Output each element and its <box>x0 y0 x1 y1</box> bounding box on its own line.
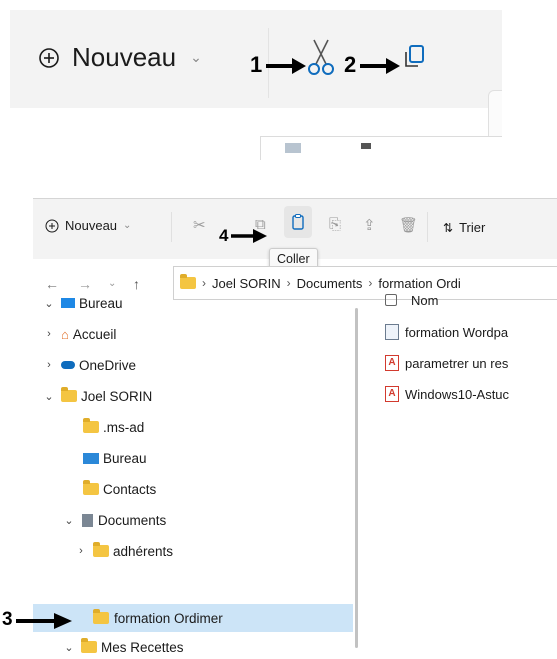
tree-item-contacts[interactable]: Contacts <box>83 475 156 503</box>
rename-icon[interactable]: ⎘ <box>329 216 341 233</box>
toolbar-divider <box>427 212 428 242</box>
sort-label: Trier <box>459 220 486 235</box>
chevron-down-icon: ⌄ <box>190 49 202 65</box>
chevron-down-icon: ⌄ <box>123 220 132 231</box>
tree-item-mes-recettes[interactable]: ⌄ Mes Recettes <box>61 633 184 659</box>
annotation-number-3: 3 <box>2 609 13 630</box>
annotation-number-4: 4 <box>219 226 229 245</box>
chevron-right-icon: › <box>47 359 51 371</box>
address-bar[interactable]: › Joel SORIN › Documents › formation Ord… <box>173 266 557 300</box>
tree-label: Accueil <box>72 326 117 342</box>
desktop-icon <box>83 452 99 464</box>
tree-item-adherents[interactable]: › adhérents <box>73 537 173 565</box>
desktop-icon <box>61 298 75 308</box>
content-panel-partial <box>260 136 502 160</box>
folder-icon <box>83 480 99 495</box>
arrow-right-icon <box>266 58 306 74</box>
chevron-down-icon: ⌄ <box>44 390 54 403</box>
file-name: formation Wordpa <box>405 324 509 340</box>
breadcrumb-separator: › <box>202 276 206 290</box>
tree-label: formation Ordimer <box>114 610 223 626</box>
tree-label: OneDrive <box>79 357 137 373</box>
toolbar-divider <box>171 212 172 242</box>
plus-circle-icon <box>39 47 59 68</box>
file-name: parametrer un res <box>405 355 509 371</box>
file-name: Windows10-Astuc <box>405 386 510 402</box>
home-icon: ⌂ <box>61 326 69 342</box>
breadcrumb-documents[interactable]: Documents <box>297 276 363 291</box>
annotation-number-1: 1 <box>250 52 263 77</box>
documents-icon <box>82 513 93 527</box>
tree-item-accueil[interactable]: › ⌂ Accueil <box>41 320 116 348</box>
tree-item-bureau-root[interactable]: ⌄ Bureau <box>41 289 123 317</box>
sort-icon: ⇅ <box>443 220 454 235</box>
breadcrumb-separator: › <box>368 276 373 290</box>
delete-icon[interactable]: 🗑 <box>399 216 418 234</box>
paste-button[interactable] <box>284 206 312 238</box>
share-icon[interactable]: ⇪ <box>363 216 376 234</box>
select-all-checkbox[interactable] <box>385 294 397 306</box>
folder-icon <box>81 638 97 653</box>
sort-button[interactable]: ⇅ Trier <box>443 220 485 235</box>
tree-label: Mes Recettes <box>101 639 184 655</box>
arrow-right-icon <box>16 613 72 629</box>
pdf-icon: A <box>385 355 399 371</box>
new-button[interactable]: Nouveau ⌄ <box>45 218 131 233</box>
file-row[interactable]: A Windows10-Astuc <box>385 382 509 406</box>
breadcrumb-joel[interactable]: Joel SORIN <box>212 276 281 291</box>
document-icon <box>385 324 399 340</box>
chevron-down-icon: ⌄ <box>44 297 54 310</box>
tree-label: Bureau <box>103 450 147 466</box>
folder-icon <box>93 609 109 624</box>
column-header-name[interactable]: Nom <box>385 288 438 312</box>
new-label: Nouveau <box>72 42 177 72</box>
file-thumbnail <box>285 143 301 153</box>
paste-icon <box>292 214 304 230</box>
column-header-label: Nom <box>411 292 439 308</box>
folder-icon <box>93 542 109 557</box>
tree-item-onedrive[interactable]: › OneDrive <box>41 351 136 379</box>
tree-item-documents[interactable]: ⌄ Documents <box>61 506 166 534</box>
chevron-right-icon: › <box>79 545 83 557</box>
annotation-number-2: 2 <box>344 52 357 77</box>
tree-label: Bureau <box>79 295 123 311</box>
tree-label: adhérents <box>113 543 174 559</box>
tree-item-ms-ad[interactable]: .ms-ad <box>83 413 144 441</box>
arrow-right-icon <box>360 58 400 74</box>
new-label: Nouveau <box>65 218 118 233</box>
chevron-right-icon: › <box>47 328 51 340</box>
cut-icon[interactable]: ✂ <box>193 216 206 234</box>
folder-icon <box>180 274 196 289</box>
chevron-down-icon: ⌄ <box>64 641 74 654</box>
copy-icon[interactable] <box>402 44 428 70</box>
cloud-icon <box>61 361 75 369</box>
file-row[interactable]: A parametrer un res <box>385 351 508 375</box>
file-explorer: Nouveau ⌄ ✂ 4 ⧉ ⎘ ⇪ 🗑 ⇅ Trier Coller ← →… <box>33 198 557 659</box>
tree-item-bureau-user[interactable]: Bureau <box>83 444 147 472</box>
tree-label: Documents <box>98 512 167 528</box>
recent-chevron-icon[interactable]: ⌄ <box>108 278 116 289</box>
column-header-fragment <box>361 143 371 149</box>
zoomed-toolbar: Nouveau ⌄ 1 2 <box>10 10 502 160</box>
folder-icon <box>61 387 77 402</box>
plus-circle-icon <box>45 219 59 232</box>
tree-label: Contacts <box>103 481 157 497</box>
file-row[interactable]: formation Wordpa <box>385 320 508 344</box>
tree-item-formation-ordimer[interactable]: formation Ordimer <box>93 604 223 632</box>
pane-splitter[interactable] <box>355 308 358 648</box>
new-button-zoomed[interactable]: Nouveau ⌄ <box>38 42 202 73</box>
tree-label: Joel SORIN <box>81 388 153 404</box>
pdf-icon: A <box>385 386 399 402</box>
copy-icon[interactable]: ⧉ <box>255 216 266 233</box>
up-icon[interactable]: ↑ <box>133 276 140 292</box>
folder-icon <box>83 418 99 433</box>
breadcrumb-separator: › <box>286 276 291 290</box>
tree-item-joel-sorin[interactable]: ⌄ Joel SORIN <box>41 382 152 410</box>
cut-icon[interactable] <box>306 38 336 78</box>
chevron-down-icon: ⌄ <box>64 514 74 527</box>
tree-label: .ms-ad <box>103 419 145 435</box>
